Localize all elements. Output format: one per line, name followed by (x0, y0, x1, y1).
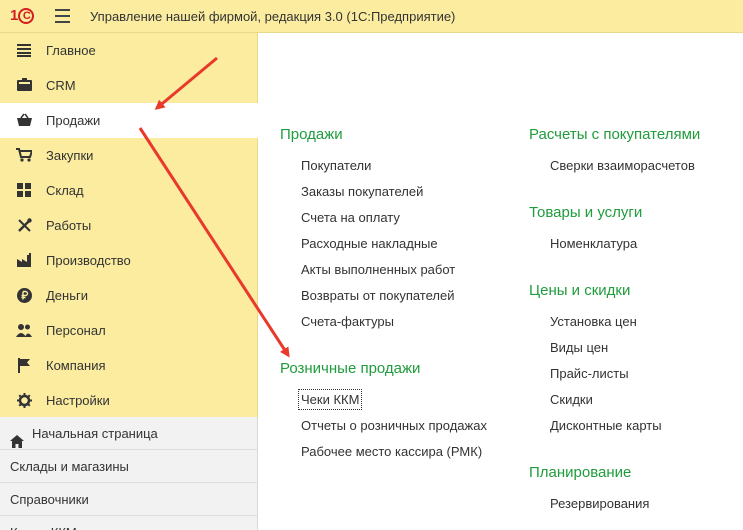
nav-warehouses-stores[interactable]: Склады и магазины (0, 450, 258, 483)
group-title-retail: Розничные продажи (280, 360, 421, 377)
flag-icon (16, 358, 32, 374)
section-label: Продажи (46, 113, 101, 128)
link-cashier-workplace[interactable]: Рабочее место кассира (РМК) (301, 444, 482, 459)
section-company[interactable]: Компания (0, 348, 258, 383)
section-settings[interactable]: Настройки (0, 383, 258, 418)
link-price-types[interactable]: Виды цен (550, 340, 608, 355)
link-kkm-receipts[interactable]: Чеки ККМ (297, 389, 363, 410)
link-customer-returns[interactable]: Возвраты от покупателей (301, 288, 455, 303)
list-icon (16, 43, 32, 59)
cart-icon (16, 148, 34, 164)
section-label: Настройки (46, 393, 110, 408)
nav-cash-registers[interactable]: Кассы ККМ (0, 516, 258, 530)
nav-home-page[interactable]: Начальная страница (0, 417, 258, 450)
app-logo: 1С (10, 6, 42, 26)
section-label: Компания (46, 358, 106, 373)
nav-label: Кассы ККМ (10, 516, 77, 530)
section-label: Деньги (46, 288, 88, 303)
section-label: CRM (46, 78, 76, 93)
quick-nav-panel: Начальная страница Склады и магазины Спр… (0, 417, 258, 530)
section-content: Продажи Покупатели Заказы покупателей Сч… (259, 33, 743, 530)
link-customers[interactable]: Покупатели (301, 158, 371, 173)
section-label: Персонал (46, 323, 106, 338)
section-works[interactable]: Работы (0, 208, 258, 243)
menu-icon[interactable] (55, 9, 70, 23)
link-price-setting[interactable]: Установка цен (550, 314, 637, 329)
link-sales-invoices[interactable]: Расходные накладные (301, 236, 438, 251)
section-label: Производство (46, 253, 131, 268)
group-title-planning: Планирование (529, 464, 632, 481)
basket-icon (16, 113, 32, 129)
link-nomenclature[interactable]: Номенклатура (550, 236, 637, 251)
people-icon (16, 323, 32, 339)
ruble-icon (16, 288, 32, 304)
grid-icon (16, 183, 32, 199)
section-crm[interactable]: CRM (0, 68, 258, 103)
nav-label: Справочники (10, 492, 89, 507)
section-production[interactable]: Производство (0, 243, 258, 278)
section-label: Главное (46, 43, 96, 58)
section-purchases[interactable]: Закупки (0, 138, 258, 173)
nav-label: Начальная страница (32, 426, 158, 441)
home-icon (10, 427, 24, 448)
section-label: Работы (46, 218, 92, 233)
gear-icon (16, 393, 32, 409)
crm-icon (16, 78, 32, 94)
app-title: Управление нашей фирмой, редакция 3.0 (1… (90, 9, 456, 24)
factory-icon (16, 253, 32, 269)
nav-catalogs[interactable]: Справочники (0, 483, 258, 516)
group-title-sales: Продажи (280, 126, 343, 143)
section-main[interactable]: Главное (0, 33, 258, 68)
group-title-goods-services: Товары и услуги (529, 204, 643, 221)
section-personnel[interactable]: Персонал (0, 313, 258, 348)
tools-icon (16, 218, 32, 234)
section-label: Склад (46, 183, 84, 198)
section-sales[interactable]: Продажи (0, 103, 259, 138)
nav-label: Склады и магазины (10, 459, 129, 474)
link-price-lists[interactable]: Прайс-листы (550, 366, 629, 381)
link-tax-invoices[interactable]: Счета-фактуры (301, 314, 394, 329)
link-invoices-for-payment[interactable]: Счета на оплату (301, 210, 400, 225)
link-discount-cards[interactable]: Дисконтные карты (550, 418, 662, 433)
link-reconciliations[interactable]: Сверки взаиморасчетов (550, 158, 695, 173)
link-customer-orders[interactable]: Заказы покупателей (301, 184, 423, 199)
link-reservations[interactable]: Резервирования (550, 496, 649, 511)
section-warehouse[interactable]: Склад (0, 173, 258, 208)
link-discounts[interactable]: Скидки (550, 392, 593, 407)
link-work-acts[interactable]: Акты выполненных работ (301, 262, 455, 277)
link-retail-reports[interactable]: Отчеты о розничных продажах (301, 418, 487, 433)
title-bar: 1С Управление нашей фирмой, редакция 3.0… (0, 0, 743, 33)
section-label: Закупки (46, 148, 94, 163)
group-title-settlements: Расчеты с покупателями (529, 126, 701, 143)
group-title-prices-discounts: Цены и скидки (529, 282, 631, 299)
sections-panel: Главное CRM Продажи Закупки Склад Работы (0, 33, 259, 418)
section-money[interactable]: Деньги (0, 278, 258, 313)
